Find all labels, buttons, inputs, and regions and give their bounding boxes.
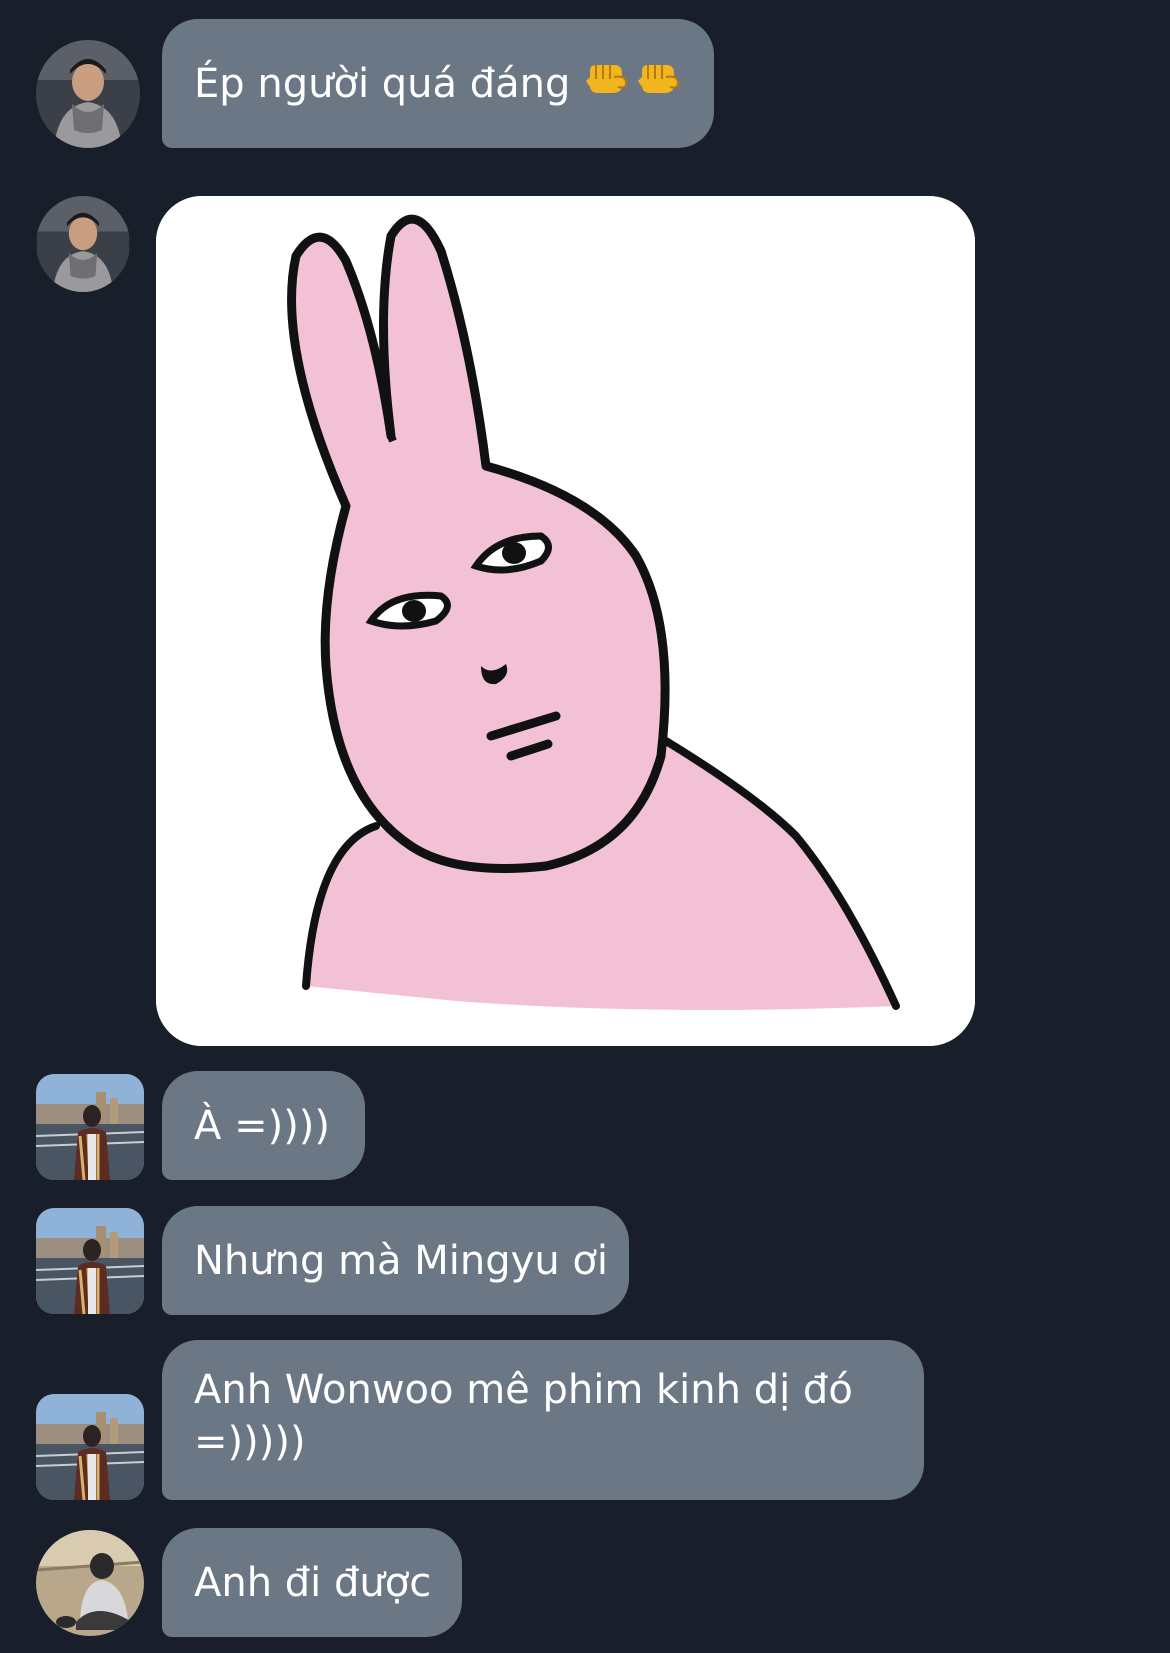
message-text: Ép người quá đáng <box>194 60 571 107</box>
avatar-photo <box>36 40 140 148</box>
message-bubble[interactable]: À =)))) <box>162 1071 365 1180</box>
message-bubble[interactable]: Anh Wonwoo mê phim kinh dị đó =))))) <box>162 1340 924 1500</box>
message-bubble[interactable]: Anh đi được <box>162 1528 462 1637</box>
avatar-mingyu-scarf[interactable] <box>36 196 130 292</box>
message-text: Anh đi được <box>194 1559 432 1606</box>
fist-bump-icon <box>636 57 680 110</box>
avatar-riverside[interactable] <box>36 1394 144 1500</box>
avatar-photo <box>36 1208 144 1314</box>
fist-bump-icon <box>584 57 628 110</box>
avatar-photo <box>36 1530 144 1636</box>
avatar-riverside[interactable] <box>36 1074 144 1180</box>
message-bubble[interactable]: Nhưng mà Mingyu ơi <box>162 1206 629 1315</box>
rabbit-illustration <box>156 196 975 1046</box>
pink-rabbit-sticker[interactable] <box>156 196 975 1046</box>
avatar-crouching[interactable] <box>36 1530 144 1636</box>
message-text: Nhưng mà Mingyu ơi <box>194 1237 608 1284</box>
message-text: À =)))) <box>194 1102 331 1149</box>
avatar-photo <box>36 1394 144 1500</box>
avatar-photo <box>36 196 130 292</box>
message-text: Anh Wonwoo mê phim kinh dị đó =))))) <box>194 1367 853 1465</box>
avatar-riverside[interactable] <box>36 1208 144 1314</box>
avatar-photo <box>36 1074 144 1180</box>
message-bubble[interactable]: Ép người quá đáng <box>162 19 714 148</box>
avatar-mingyu-scarf[interactable] <box>36 40 140 148</box>
